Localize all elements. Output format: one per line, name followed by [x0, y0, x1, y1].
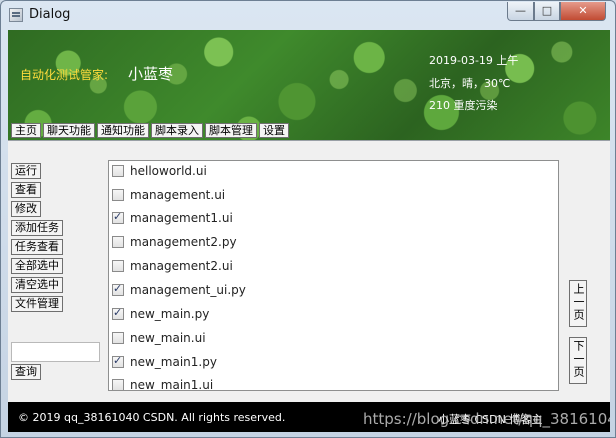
tab-script-manage[interactable]: 脚本管理 — [205, 123, 257, 138]
tab-settings[interactable]: 设置 — [259, 123, 289, 138]
file-list[interactable]: helloworld.ui management.ui management1.… — [108, 160, 559, 391]
list-item[interactable]: helloworld.ui — [109, 161, 558, 181]
file-checkbox[interactable] — [112, 210, 124, 224]
file-checkbox[interactable] — [112, 306, 124, 320]
file-name: management_ui.py — [130, 283, 246, 297]
next-page-button[interactable]: 下一页 — [569, 337, 587, 384]
file-checkbox[interactable] — [112, 354, 124, 368]
add-task-button[interactable]: 添加任务 — [11, 220, 63, 236]
file-checkbox[interactable] — [112, 260, 124, 272]
list-item[interactable]: management1.ui — [109, 208, 558, 228]
query-input[interactable] — [11, 342, 100, 362]
tab-bar: 主页 聊天功能 通知功能 脚本录入 脚本管理 设置 — [11, 123, 289, 139]
copyright-text: © 2019 qq_38161040 CSDN. All rights rese… — [18, 411, 286, 424]
file-name: management.ui — [130, 188, 226, 202]
file-checkbox[interactable] — [112, 165, 124, 177]
watermark: https://blog.csdn.net/qq_38161040 — [363, 410, 610, 428]
list-item[interactable]: management_ui.py — [109, 280, 558, 300]
file-name: management2.py — [130, 235, 237, 249]
file-name: new_main.py — [130, 307, 210, 321]
task-view-button[interactable]: 任务查看 — [11, 239, 63, 255]
maximize-button[interactable]: □ — [534, 2, 560, 21]
query-button[interactable]: 查询 — [11, 364, 41, 380]
file-name: new_main1.py — [130, 355, 217, 369]
tab-chat[interactable]: 聊天功能 — [43, 123, 95, 138]
view-button[interactable]: 查看 — [11, 182, 41, 198]
dialog-window: Dialog — □ ✕ 自动化测试管家: 小蓝枣 2019-03-19 上午 … — [0, 0, 616, 438]
prev-page-label: 上一页 — [572, 283, 585, 322]
run-button[interactable]: 运行 — [11, 163, 41, 179]
file-manage-button[interactable]: 文件管理 — [11, 296, 63, 312]
file-name: new_main1.ui — [130, 378, 214, 391]
manager-name: 小蓝枣 — [128, 65, 174, 83]
tab-notify[interactable]: 通知功能 — [97, 123, 149, 138]
tab-script-entry[interactable]: 脚本录入 — [151, 123, 203, 138]
file-checkbox[interactable] — [112, 189, 124, 201]
edit-button[interactable]: 修改 — [11, 201, 41, 217]
file-name: management2.ui — [130, 259, 233, 273]
list-item[interactable]: management2.ui — [109, 256, 558, 276]
file-name: new_main.ui — [130, 331, 206, 345]
tab-home[interactable]: 主页 — [11, 123, 41, 138]
header-divider — [8, 140, 610, 141]
app-icon — [9, 8, 23, 22]
list-item[interactable]: new_main.ui — [109, 328, 558, 348]
prev-page-button[interactable]: 上一页 — [569, 280, 587, 327]
file-name: helloworld.ui — [130, 164, 207, 178]
date-label: 2019-03-19 上午 — [429, 54, 519, 67]
list-item[interactable]: new_main1.ui — [109, 375, 558, 391]
manager-label: 自动化测试管家: — [20, 68, 109, 82]
file-checkbox[interactable] — [112, 332, 124, 344]
window-title: Dialog — [29, 7, 71, 22]
list-item[interactable]: new_main1.py — [109, 352, 558, 372]
close-button[interactable]: ✕ — [560, 2, 606, 21]
pollution-label: 210 重度污染 — [429, 99, 498, 112]
weather-label: 北京，晴，30℃ — [429, 77, 511, 90]
select-all-button[interactable]: 全部选中 — [11, 258, 63, 274]
clear-selection-button[interactable]: 清空选中 — [11, 277, 63, 293]
file-checkbox[interactable] — [112, 282, 124, 296]
list-item[interactable]: management.ui — [109, 185, 558, 205]
file-checkbox[interactable] — [112, 236, 124, 248]
minimize-button[interactable]: — — [507, 2, 534, 21]
file-checkbox[interactable] — [112, 379, 124, 390]
file-name: management1.ui — [130, 211, 233, 225]
title-bar[interactable]: Dialog — □ ✕ — [1, 1, 615, 29]
client-area: 自动化测试管家: 小蓝枣 2019-03-19 上午 北京，晴，30℃ 210 … — [8, 30, 610, 432]
list-item[interactable]: management2.py — [109, 232, 558, 252]
header-banner: 自动化测试管家: 小蓝枣 2019-03-19 上午 北京，晴，30℃ 210 … — [8, 30, 610, 140]
list-item[interactable]: new_main.py — [109, 304, 558, 324]
next-page-label: 下一页 — [572, 340, 585, 379]
